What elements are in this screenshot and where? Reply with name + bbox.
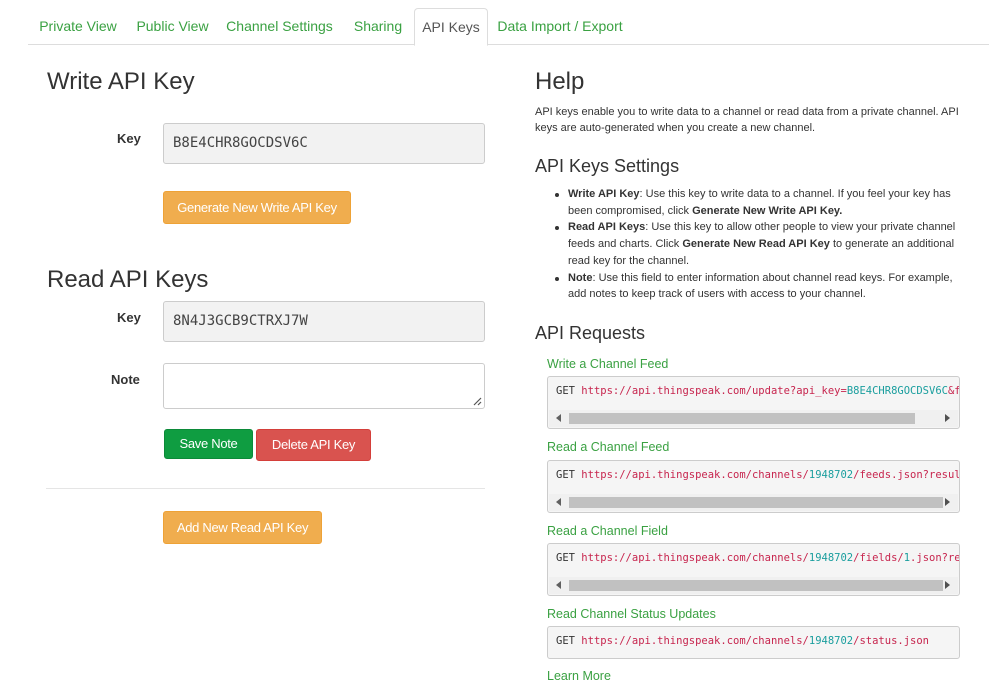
- tab-channel-settings[interactable]: Channel Settings: [217, 8, 342, 45]
- request-title-read-field: Read a Channel Field: [547, 524, 668, 538]
- write-api-key-heading: Write API Key: [47, 68, 195, 95]
- channel-tabs: Private View Public View Channel Setting…: [28, 8, 989, 46]
- request-title-read-feed: Read a Channel Feed: [547, 440, 670, 454]
- resize-grip-icon[interactable]: [472, 396, 482, 406]
- add-new-read-api-key-button[interactable]: Add New Read API Key: [163, 511, 322, 544]
- tab-api-keys[interactable]: API Keys: [414, 8, 488, 46]
- help-heading: Help: [535, 68, 585, 95]
- api-keys-settings-list: Write API Key: Use this key to write dat…: [553, 186, 968, 303]
- write-key-label: Key: [117, 131, 141, 146]
- horizontal-scrollbar[interactable]: [549, 494, 958, 511]
- save-note-button[interactable]: Save Note: [164, 429, 253, 459]
- read-key-label: Key: [117, 310, 141, 325]
- section-divider: [46, 488, 485, 489]
- learn-more-link[interactable]: Learn More: [547, 669, 611, 683]
- tab-sharing[interactable]: Sharing: [342, 8, 414, 45]
- code-line: GET https://api.thingspeak.com/channels/…: [556, 552, 960, 564]
- write-api-key-field[interactable]: B8E4CHR8GOCDSV6C: [163, 123, 485, 164]
- scrollbar-thumb[interactable]: [569, 413, 915, 424]
- read-api-keys-heading: Read API Keys: [47, 266, 209, 293]
- code-line: GET https://api.thingspeak.com/update?ap…: [556, 385, 960, 397]
- request-title-write-feed: Write a Channel Feed: [547, 357, 669, 371]
- list-item: Write API Key: Use this key to write dat…: [553, 186, 968, 219]
- scrollbar-thumb[interactable]: [569, 497, 943, 508]
- tab-private-view[interactable]: Private View: [28, 8, 128, 45]
- code-block-read-feed: GET https://api.thingspeak.com/channels/…: [547, 460, 960, 513]
- scroll-right-icon[interactable]: [945, 498, 950, 506]
- code-line: GET https://api.thingspeak.com/channels/…: [556, 635, 929, 647]
- generate-write-api-key-button[interactable]: Generate New Write API Key: [163, 191, 351, 224]
- scroll-left-icon[interactable]: [556, 498, 561, 506]
- delete-api-key-button[interactable]: Delete API Key: [256, 429, 371, 461]
- list-item: Note: Use this field to enter informatio…: [553, 270, 968, 303]
- list-item: Read API Keys: Use this key to allow oth…: [553, 219, 968, 269]
- code-block-write-feed: GET https://api.thingspeak.com/update?ap…: [547, 376, 960, 429]
- code-block-read-field: GET https://api.thingspeak.com/channels/…: [547, 543, 960, 596]
- api-requests-heading: API Requests: [535, 323, 646, 343]
- scroll-right-icon[interactable]: [945, 414, 950, 422]
- code-block-status-updates: GET https://api.thingspeak.com/channels/…: [547, 626, 960, 659]
- horizontal-scrollbar[interactable]: [549, 577, 958, 594]
- code-line: GET https://api.thingspeak.com/channels/…: [556, 469, 960, 481]
- request-title-status-updates: Read Channel Status Updates: [547, 607, 716, 621]
- note-label: Note: [111, 372, 140, 387]
- tab-public-view[interactable]: Public View: [128, 8, 217, 45]
- note-textarea[interactable]: [163, 363, 485, 409]
- scroll-left-icon[interactable]: [556, 581, 561, 589]
- help-intro: API keys enable you to write data to a c…: [535, 106, 959, 134]
- scrollbar-thumb[interactable]: [569, 580, 943, 591]
- tab-data-import-export[interactable]: Data Import / Export: [490, 8, 630, 45]
- api-keys-settings-heading: API Keys Settings: [535, 156, 680, 176]
- horizontal-scrollbar[interactable]: [549, 410, 958, 427]
- scroll-right-icon[interactable]: [945, 581, 950, 589]
- scroll-left-icon[interactable]: [556, 414, 561, 422]
- read-api-key-field[interactable]: 8N4J3GCB9CTRXJ7W: [163, 301, 485, 342]
